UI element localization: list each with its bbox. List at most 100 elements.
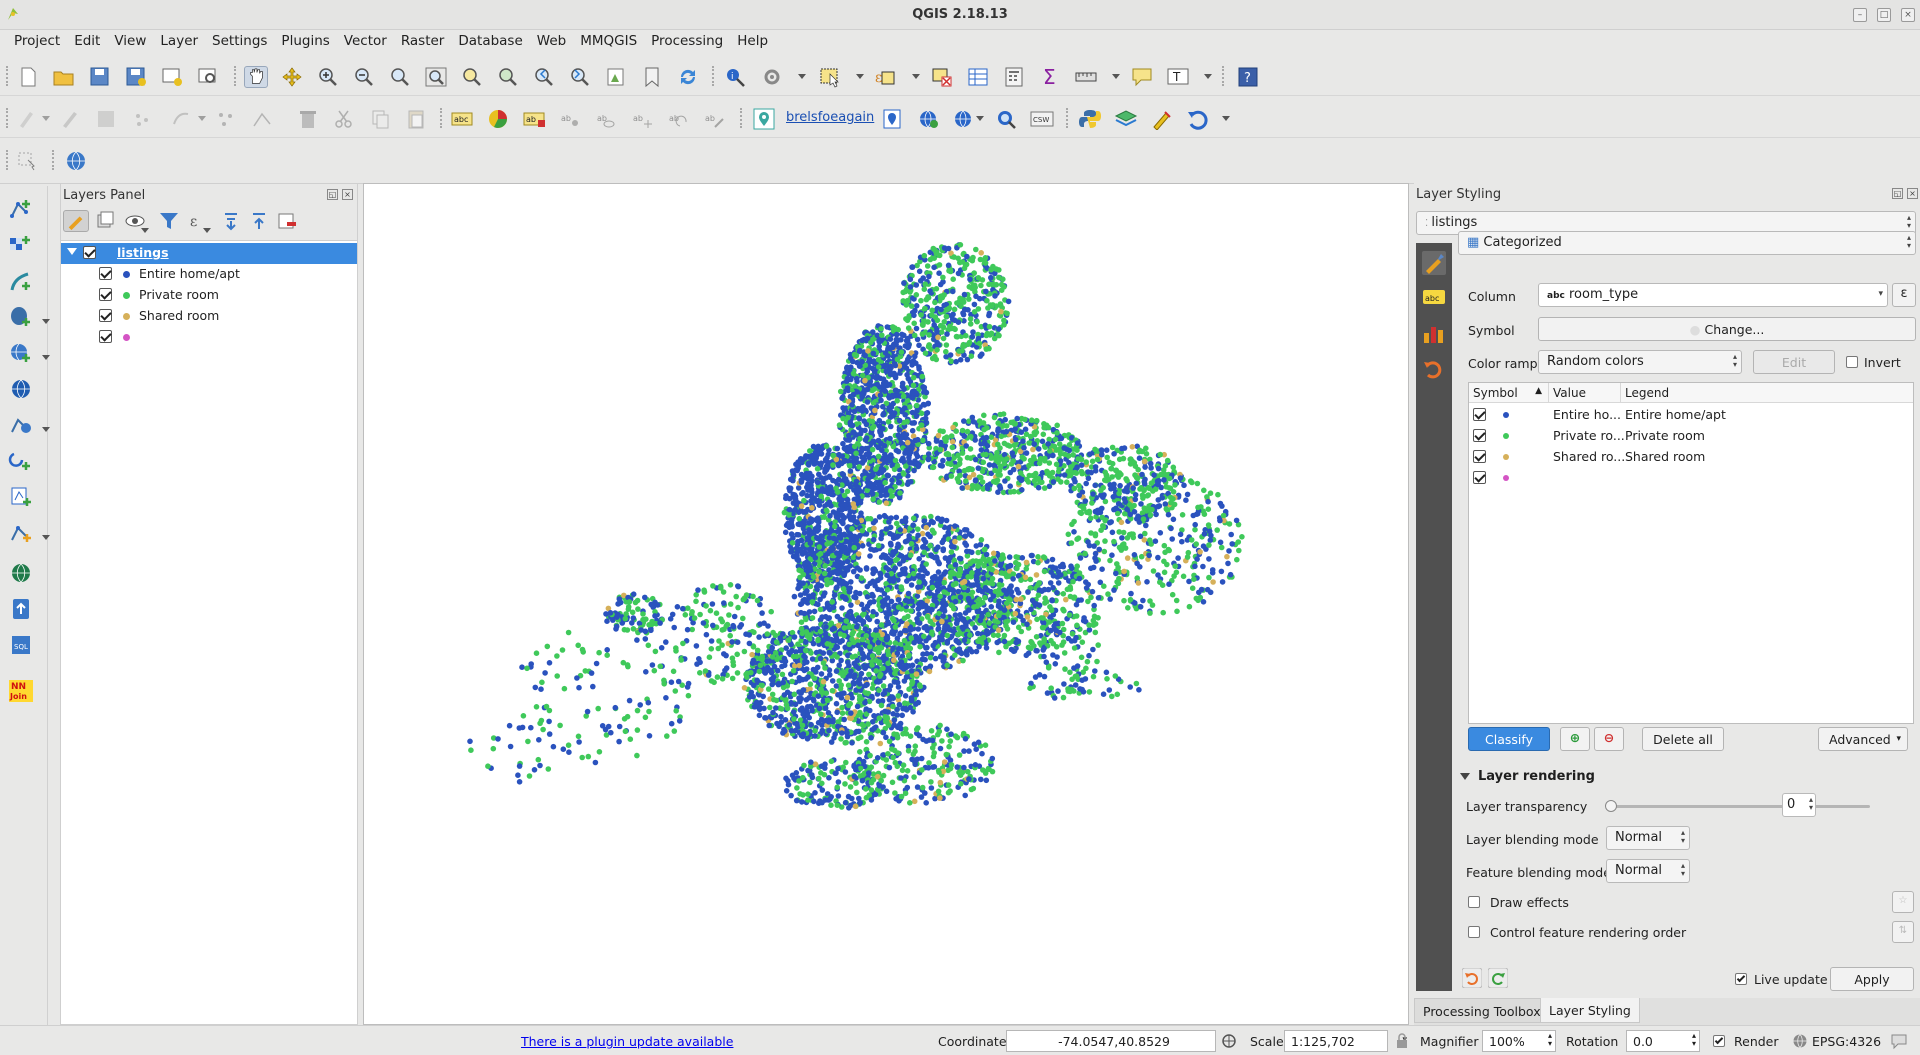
open-project-icon[interactable] xyxy=(52,66,76,88)
add-wfs-layer-icon[interactable] xyxy=(8,448,34,474)
open-layer-styling-icon[interactable] xyxy=(63,210,89,232)
add-delimited-text-icon[interactable] xyxy=(8,268,34,294)
pan-map-icon[interactable] xyxy=(244,66,268,88)
add-raster-layer-icon[interactable] xyxy=(8,232,34,258)
plugin-link[interactable]: brelsfoeagain xyxy=(786,110,874,125)
pin-labels-icon[interactable]: ab xyxy=(558,108,582,130)
undock-icon[interactable]: ◱ xyxy=(327,189,338,200)
add-wcs-layer-icon[interactable] xyxy=(8,412,34,438)
minimize-button[interactable]: – xyxy=(1853,8,1867,22)
toolbar-grip[interactable] xyxy=(234,66,238,86)
toolbar-grip[interactable] xyxy=(6,108,10,128)
collapse-all-icon[interactable] xyxy=(247,210,271,232)
map-tips-icon[interactable] xyxy=(1130,66,1154,88)
add-postgis-layer-icon[interactable] xyxy=(8,304,34,330)
add-wms-layer-icon[interactable] xyxy=(8,376,34,402)
current-edits-icon[interactable] xyxy=(16,108,40,130)
add-vector-layer-icon[interactable] xyxy=(8,196,34,222)
expr-dropdown-icon[interactable] xyxy=(912,74,920,79)
collapse-arrow-icon[interactable] xyxy=(67,248,77,255)
metasearch-icon[interactable] xyxy=(994,108,1018,130)
toolbar-grip[interactable] xyxy=(1222,66,1226,86)
legend-item[interactable]: Private room xyxy=(61,285,357,306)
action-dropdown-icon[interactable] xyxy=(798,74,806,79)
add-layer-dropdown-icon[interactable] xyxy=(42,319,50,324)
legend-item[interactable]: Entire home/apt xyxy=(61,264,357,285)
python-console-icon[interactable] xyxy=(1078,108,1102,130)
expression-dropdown-icon[interactable] xyxy=(203,228,211,233)
web-globe-icon[interactable] xyxy=(64,150,88,172)
show-hide-labels-icon[interactable]: ab xyxy=(594,108,618,130)
new-project-icon[interactable] xyxy=(16,66,40,88)
select-by-expression-icon[interactable]: ε xyxy=(874,66,898,88)
zoom-1-1-icon[interactable] xyxy=(388,66,412,88)
csw-icon[interactable]: CSW xyxy=(1030,108,1054,130)
remove-layer-icon[interactable] xyxy=(275,210,299,232)
menu-database[interactable]: Database xyxy=(451,30,529,49)
run-feature-action-icon[interactable] xyxy=(760,66,784,88)
composer-manager-icon[interactable] xyxy=(196,66,220,88)
new-temporary-layer-icon[interactable] xyxy=(8,520,34,546)
add-wcs-dropdown-icon[interactable] xyxy=(42,427,50,432)
geocoder-marker-icon[interactable] xyxy=(752,108,776,130)
toggle-editing-icon[interactable] xyxy=(58,108,82,130)
legend-item[interactable]: Shared room xyxy=(61,306,357,327)
category-checkbox[interactable] xyxy=(99,288,112,301)
layer-visibility-checkbox[interactable] xyxy=(83,246,96,259)
menu-web[interactable]: Web xyxy=(530,30,573,49)
add-geonode-layer-icon[interactable] xyxy=(8,596,34,622)
legend-item[interactable] xyxy=(61,327,357,348)
undo-dropdown-icon[interactable] xyxy=(1222,116,1230,121)
labeling-icon[interactable]: abc xyxy=(450,108,474,130)
add-wms-icon[interactable] xyxy=(916,108,940,130)
zoom-in-icon[interactable] xyxy=(316,66,340,88)
menu-layer[interactable]: Layer xyxy=(153,30,205,49)
menu-processing[interactable]: Processing xyxy=(644,30,730,49)
text-annotation-icon[interactable]: T xyxy=(1166,66,1190,88)
toolbar-grip[interactable] xyxy=(712,66,716,86)
save-project-icon[interactable] xyxy=(88,66,112,88)
copy-features-icon[interactable] xyxy=(368,108,392,130)
visibility-dropdown-icon[interactable] xyxy=(141,228,149,233)
toolbar-grip[interactable] xyxy=(440,108,444,128)
zoom-full-icon[interactable] xyxy=(424,66,448,88)
menu-project[interactable]: Project xyxy=(7,30,67,49)
new-print-composer-icon[interactable] xyxy=(160,66,184,88)
category-checkbox[interactable] xyxy=(99,309,112,322)
annotation-dropdown-icon[interactable] xyxy=(1204,74,1212,79)
select-features-icon[interactable] xyxy=(818,66,842,88)
menu-edit[interactable]: Edit xyxy=(67,30,107,49)
category-checkbox[interactable] xyxy=(99,330,112,343)
new-bookmark-icon[interactable] xyxy=(640,66,664,88)
refresh-icon[interactable] xyxy=(676,66,700,88)
rotate-label-icon[interactable]: ab xyxy=(666,108,690,130)
move-feature-icon[interactable] xyxy=(214,108,238,130)
menu-vector[interactable]: Vector xyxy=(337,30,394,49)
add-spatialite-layer-icon[interactable] xyxy=(8,340,34,366)
zoom-last-icon[interactable] xyxy=(532,66,556,88)
category-checkbox[interactable] xyxy=(99,267,112,280)
zoom-to-selection-icon[interactable] xyxy=(460,66,484,88)
geotag-icon[interactable] xyxy=(880,108,904,130)
identify-features-icon[interactable]: i xyxy=(724,66,748,88)
new-map-view-icon[interactable] xyxy=(604,66,628,88)
map-canvas[interactable] xyxy=(363,183,1409,1025)
add-mssql-layer-icon[interactable] xyxy=(8,560,34,586)
diagram-icon[interactable] xyxy=(486,108,510,130)
node-tool-icon[interactable] xyxy=(250,108,274,130)
layer-labeling-icon[interactable]: ab xyxy=(522,108,546,130)
save-edits-icon[interactable] xyxy=(94,108,118,130)
web-layer-dropdown-icon[interactable] xyxy=(976,116,984,121)
add-wms-dropdown-icon[interactable] xyxy=(42,355,50,360)
change-label-icon[interactable]: ab xyxy=(702,108,726,130)
db-manager-icon[interactable]: SQL xyxy=(8,632,34,658)
select-tool-icon[interactable] xyxy=(16,150,40,172)
menu-help[interactable]: Help xyxy=(730,30,775,49)
move-label-icon[interactable]: ab xyxy=(630,108,654,130)
help-icon[interactable]: ? xyxy=(1236,66,1260,88)
measure-line-icon[interactable] xyxy=(1074,66,1098,88)
attribute-table-icon[interactable] xyxy=(966,66,990,88)
add-group-icon[interactable] xyxy=(93,210,117,232)
zoom-next-icon[interactable] xyxy=(568,66,592,88)
field-calculator-icon[interactable] xyxy=(1002,66,1026,88)
